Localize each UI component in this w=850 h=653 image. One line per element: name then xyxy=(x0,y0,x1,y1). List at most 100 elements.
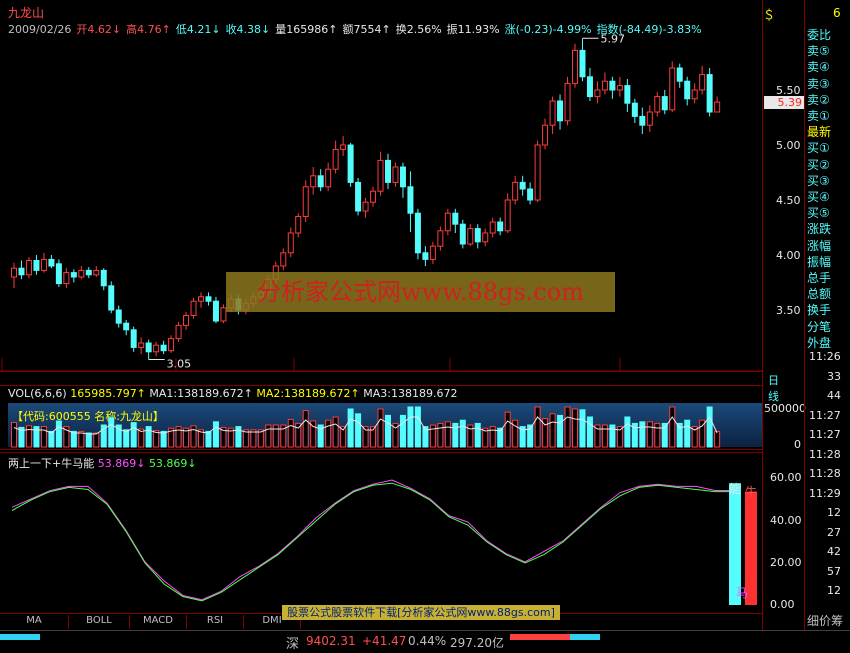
orderbook-label: 总额 xyxy=(807,287,832,302)
candle-body xyxy=(198,296,204,302)
volume-bar xyxy=(646,421,653,448)
candle-body xyxy=(572,49,578,84)
candle-body xyxy=(676,67,683,82)
tick-time: 33 xyxy=(827,369,841,383)
banner[interactable]: 股票公式股票软件下载[分析家公式网www.88gs.com] xyxy=(282,605,560,620)
orderbook-label: 卖③ xyxy=(807,76,830,91)
candle-body xyxy=(18,267,25,276)
volume-bar xyxy=(564,406,571,448)
candle-body xyxy=(534,144,541,201)
bar-label-ma: 马 xyxy=(736,586,749,600)
candle-body xyxy=(467,228,474,245)
candle-body xyxy=(355,181,362,212)
volume-bar xyxy=(684,419,691,448)
candle-body xyxy=(414,212,421,254)
candle-body xyxy=(429,245,436,260)
candle-body xyxy=(385,159,391,183)
volume-bar xyxy=(676,422,683,448)
market-label: 深 xyxy=(286,637,300,652)
ind-y-tick: 40.00 xyxy=(770,514,802,527)
indicator-panel: 两上一下+牛马能 53.869↓ 53.869↓ 能 牛 马 xyxy=(0,452,762,614)
orderbook-label: 买③ xyxy=(807,173,830,188)
volume-bar xyxy=(55,420,62,448)
candle-body xyxy=(616,85,623,91)
candle-body xyxy=(93,269,100,276)
candle-body xyxy=(661,96,668,111)
volume-bar xyxy=(272,424,279,448)
y-tick: 4.50 xyxy=(776,194,801,207)
volume-bar xyxy=(706,406,713,448)
market-amount: 297.20亿 xyxy=(450,636,504,650)
status-bar: 深 9402.31 +41.47 0.44% 297.20亿 xyxy=(0,630,850,653)
volume-bar xyxy=(624,416,631,448)
candle-body xyxy=(175,324,182,340)
volume-bar xyxy=(557,414,564,448)
volume-bar xyxy=(601,424,608,448)
candle-body xyxy=(527,188,534,201)
candle-body xyxy=(512,181,519,201)
volume-bar xyxy=(205,430,212,448)
volume-bar xyxy=(399,414,406,448)
candle-body xyxy=(123,322,130,331)
orderbook-label: 分笔 xyxy=(807,319,832,334)
volume-bar xyxy=(11,422,17,448)
orderbook-bottom[interactable]: 细价筹 xyxy=(807,612,843,629)
candlestick-chart[interactable]: 5.973.0520082009020304 xyxy=(0,0,762,371)
volume-bar xyxy=(48,430,55,448)
candle-body xyxy=(601,80,608,91)
volume-bar xyxy=(639,421,646,448)
candle-body xyxy=(519,181,526,190)
candle-body xyxy=(437,230,444,247)
volume-bar xyxy=(459,419,466,448)
volume-bar xyxy=(586,416,593,448)
volume-bar xyxy=(287,418,294,448)
tick-time: 12 xyxy=(827,584,841,597)
volume-bar xyxy=(609,424,616,448)
volume-bar xyxy=(70,430,77,448)
volume-bar xyxy=(534,406,541,448)
candle-body xyxy=(25,260,32,276)
volume-bar xyxy=(265,424,272,448)
vol-y-tick: 500000 xyxy=(764,402,806,415)
orderbook-label: 最新 xyxy=(807,125,832,140)
candle-body xyxy=(579,49,586,78)
tab-boll[interactable]: BOLL xyxy=(69,615,130,629)
candle-body xyxy=(48,258,55,267)
volume-bar xyxy=(108,417,115,448)
candle-body xyxy=(340,144,347,150)
volume-bar xyxy=(444,421,451,448)
candle-body xyxy=(407,186,414,214)
ind-y-tick: 60.00 xyxy=(770,471,802,484)
tab-rsi[interactable]: RSI xyxy=(187,615,244,629)
tick-time: 11:28 xyxy=(809,467,841,480)
volume-bar xyxy=(549,413,556,448)
candle-body xyxy=(33,260,40,271)
candle-body xyxy=(70,272,77,278)
dollar-icon[interactable]: ＄ xyxy=(763,6,775,23)
candle-body xyxy=(85,269,92,276)
candle-body xyxy=(78,269,85,278)
candle-body xyxy=(706,74,713,113)
orderbook-label: 委比 xyxy=(807,28,832,42)
vol-y-tick: 0 xyxy=(794,438,801,451)
orderbook-label: 买② xyxy=(807,157,830,172)
y-tick: 5.00 xyxy=(776,139,801,152)
volume-panel: VOL(6,6,6) 165985.797↑ MA1:138189.672↑ M… xyxy=(0,385,762,450)
orderbook-label: 买⑤ xyxy=(807,206,830,221)
orderbook-label: 振幅 xyxy=(807,254,832,269)
volume-bar xyxy=(25,425,32,448)
tab-ma[interactable]: MA xyxy=(0,615,69,629)
candle-body xyxy=(310,175,317,188)
volume-bar xyxy=(572,408,578,448)
candle-body xyxy=(594,89,601,98)
candle-body xyxy=(564,82,571,122)
candle-body xyxy=(459,223,466,245)
candle-body xyxy=(280,252,287,267)
orderbook-panel: 6 ＄ 委比 卖⑤ 卖④ 卖③ 卖② 卖① 最新 买① 买② 买③ 买④ 买⑤ 涨跌 涨幅 振幅 总手 总额 换手… xyxy=(763,0,850,630)
current-price-tag: 5.39 xyxy=(764,96,804,109)
candle-body xyxy=(557,100,564,122)
candle-body xyxy=(542,124,549,146)
volume-bar xyxy=(85,432,92,448)
tab-macd[interactable]: MACD xyxy=(130,615,187,629)
volume-bar xyxy=(512,419,519,448)
